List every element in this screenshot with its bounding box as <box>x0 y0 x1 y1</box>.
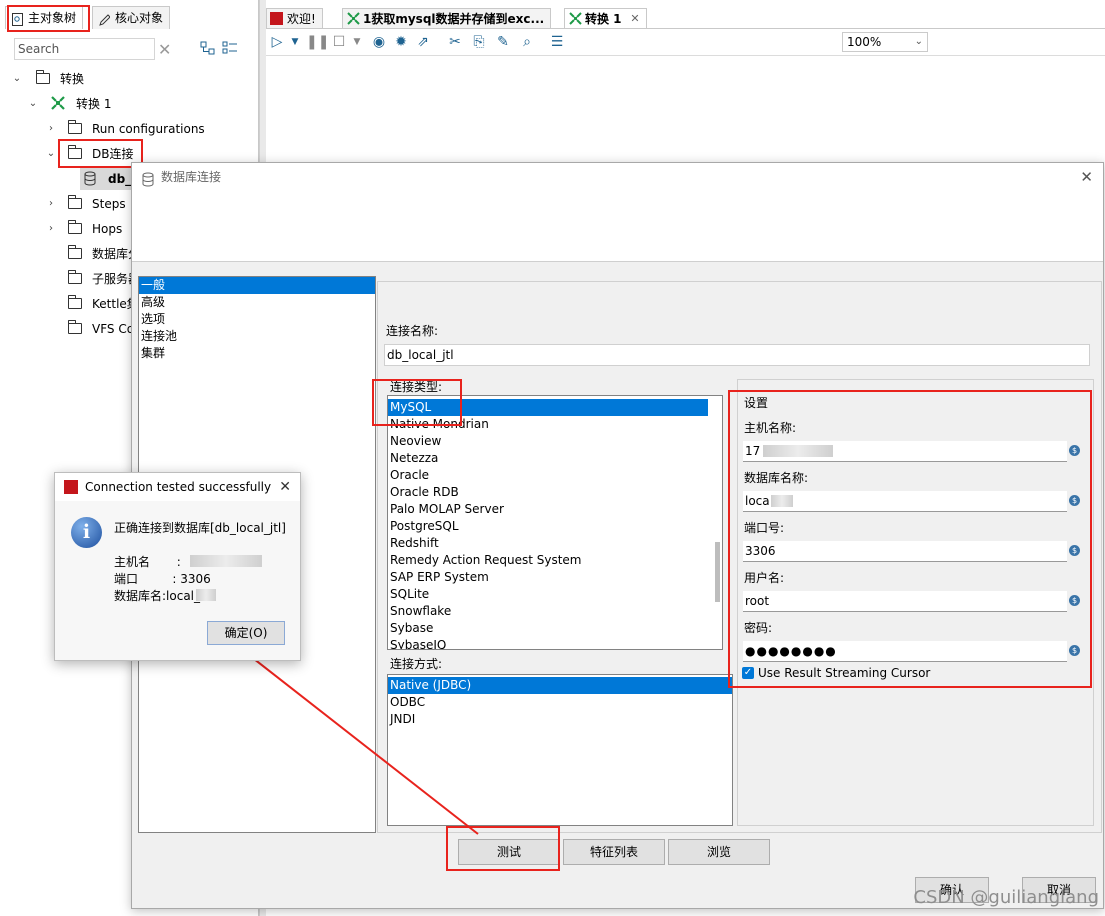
host-line-text: 主机名 : <box>114 555 181 569</box>
popup-titlebar: Connection tested successfully ✕ <box>55 473 300 501</box>
info-icon: i <box>71 517 102 548</box>
popup-port-line: 端口 : 3306 <box>114 572 211 586</box>
popup-ok-button[interactable]: 确定(O) <box>207 621 285 645</box>
annotation-arrow <box>232 642 479 835</box>
popup-title: Connection tested successfully <box>85 480 272 494</box>
redacted-blur <box>196 589 216 601</box>
db-line-text: 数据库名:local_ <box>114 589 201 603</box>
popup-host-line: 主机名 : <box>114 553 262 570</box>
popup-message: 正确连接到数据库[db_local_jtl] <box>114 521 286 535</box>
spoon-icon <box>64 480 78 494</box>
connection-success-popup: Connection tested successfully ✕ i 正确连接到… <box>54 472 301 661</box>
popup-db-line: 数据库名:local_ <box>114 587 216 604</box>
close-icon[interactable]: ✕ <box>279 473 291 501</box>
watermark: CSDN @guilianglang <box>913 887 1099 908</box>
redacted-blur <box>190 555 262 567</box>
